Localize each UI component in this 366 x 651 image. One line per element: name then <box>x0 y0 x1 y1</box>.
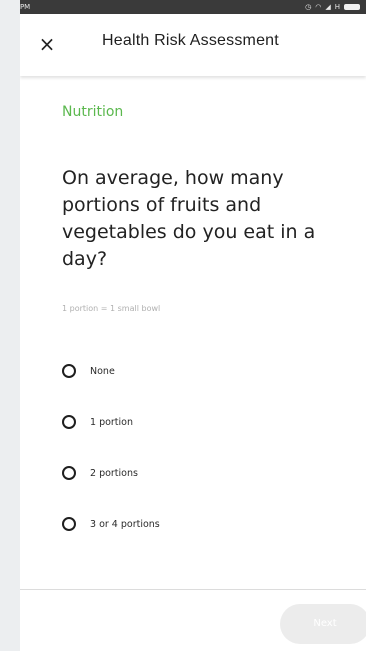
option-label: 3 or 4 portions <box>90 518 160 530</box>
answer-options: None 1 portion 2 portions 3 or 4 portion… <box>62 358 160 562</box>
radio-button[interactable] <box>62 517 76 531</box>
close-icon: × <box>38 32 56 56</box>
option-label: 2 portions <box>90 467 138 479</box>
question-text: On average, how many portions of fruits … <box>62 167 316 270</box>
radio-button[interactable] <box>62 415 76 429</box>
option-2-portions[interactable]: 2 portions <box>62 460 160 486</box>
app-bar: × Health Risk Assessment <box>20 14 366 76</box>
section-title: Nutrition <box>62 104 124 120</box>
app-screen: 4:39 PM ◷ ◠ ◢ H × Health Risk Assessment… <box>20 0 366 651</box>
network-label: H <box>334 3 340 11</box>
radio-button[interactable] <box>62 466 76 480</box>
question-hint: 1 portion = 1 small bowl <box>62 304 161 313</box>
signal-icon: ◢ <box>325 3 331 11</box>
status-time: 4:39 PM <box>20 3 31 11</box>
alarm-icon: ◷ <box>305 3 312 11</box>
status-icons: ◷ ◠ ◢ H <box>305 0 360 14</box>
option-1-portion[interactable]: 1 portion <box>62 409 160 435</box>
option-3-or-4-portions[interactable]: 3 or 4 portions <box>62 511 160 537</box>
footer-divider <box>20 589 366 590</box>
radio-button[interactable] <box>62 364 76 378</box>
wifi-icon: ◠ <box>315 3 322 11</box>
option-none[interactable]: None <box>62 358 160 384</box>
next-button[interactable]: Next <box>280 604 366 644</box>
battery-icon <box>344 4 360 10</box>
option-label: None <box>90 365 115 377</box>
page-title: Health Risk Assessment <box>102 32 279 49</box>
option-label: 1 portion <box>90 416 134 428</box>
close-button[interactable]: × <box>36 33 58 55</box>
status-bar: 4:39 PM ◷ ◠ ◢ H <box>20 0 366 14</box>
